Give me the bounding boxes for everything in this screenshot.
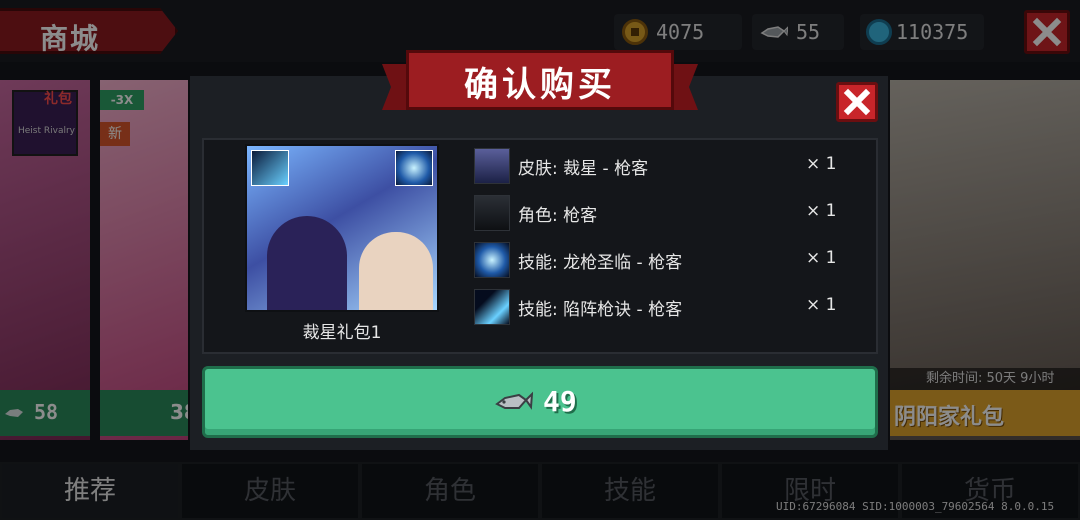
- pack-artwork: [245, 144, 439, 312]
- item-quantity: × 1: [806, 154, 837, 174]
- ribbon-body: 确认购买: [406, 50, 674, 110]
- item-label: 技能: 陷阵枪诀 - 枪客: [518, 300, 683, 320]
- item-label: 角色: 枪客: [518, 206, 598, 226]
- dialog-title-ribbon: 确认购买: [382, 50, 698, 116]
- buy-button[interactable]: 49: [202, 366, 878, 438]
- item-quantity: × 1: [806, 248, 837, 268]
- list-item: 角色: 枪客 × 1: [474, 195, 844, 231]
- skill-icon: [395, 150, 433, 186]
- skill-icon: [251, 150, 289, 186]
- dialog-title: 确认购买: [464, 65, 616, 105]
- close-icon: [843, 88, 871, 116]
- list-item: 技能: 陷阵枪诀 - 枪客 × 1: [474, 289, 844, 325]
- list-item: 皮肤: 裁星 - 枪客 × 1: [474, 148, 844, 184]
- buy-price: 49: [543, 385, 577, 418]
- character-figure: [267, 216, 347, 310]
- character-icon: [474, 195, 510, 231]
- item-label: 技能: 龙枪圣临 - 枪客: [518, 253, 683, 273]
- character-figure: [359, 232, 433, 310]
- list-item: 技能: 龙枪圣临 - 枪客 × 1: [474, 242, 844, 278]
- item-quantity: × 1: [806, 295, 837, 315]
- skin-icon: [474, 148, 510, 184]
- skill-icon: [474, 289, 510, 325]
- pack-name: 裁星礼包1: [302, 323, 382, 343]
- skill-icon: [474, 242, 510, 278]
- fish-icon: [495, 391, 533, 410]
- dialog-close-button[interactable]: [836, 82, 878, 122]
- item-label: 皮肤: 裁星 - 枪客: [518, 159, 649, 179]
- item-quantity: × 1: [806, 201, 837, 221]
